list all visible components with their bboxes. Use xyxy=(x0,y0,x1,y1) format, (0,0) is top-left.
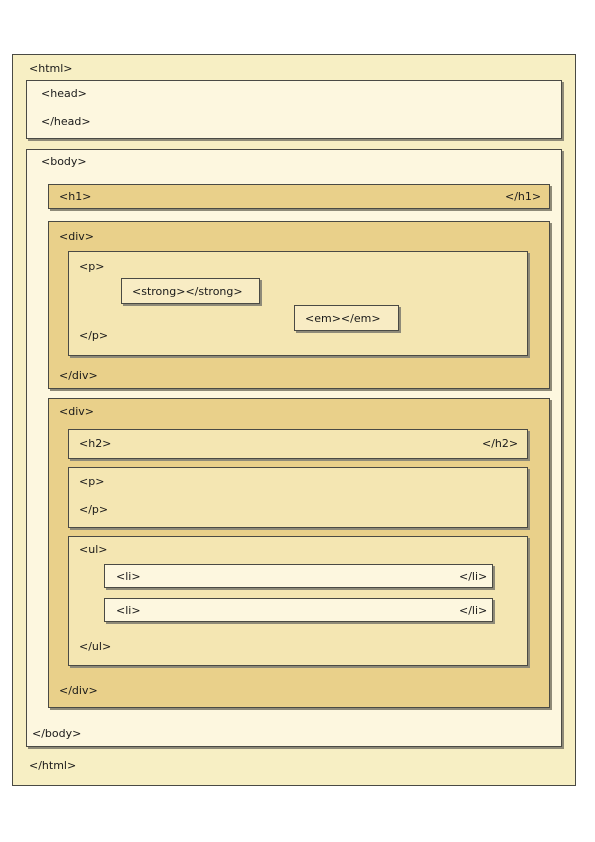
p1-open-tag: <p> xyxy=(79,260,105,273)
li-close-tag: </li> xyxy=(459,570,488,583)
li-open-tag: <li> xyxy=(116,604,141,617)
head-open-tag: <head> xyxy=(41,87,87,100)
html-close-tag: </html> xyxy=(29,759,77,772)
p-element-box-2 xyxy=(68,467,528,528)
ul-close-tag: </ul> xyxy=(79,640,112,653)
h2-open-tag: <h2> xyxy=(79,437,112,450)
h2-element-box xyxy=(68,429,528,459)
strong-tag: <strong></strong> xyxy=(132,285,243,298)
html-open-tag: <html> xyxy=(29,62,73,75)
li-element-box xyxy=(104,564,493,588)
body-close-tag: </body> xyxy=(32,727,82,740)
h1-element-box xyxy=(48,184,550,209)
body-open-tag: <body> xyxy=(41,155,87,168)
li-open-tag: <li> xyxy=(116,570,141,583)
div1-open-tag: <div> xyxy=(59,230,94,243)
li-close-tag: </li> xyxy=(459,604,488,617)
div1-close-tag: </div> xyxy=(59,369,98,382)
h1-open-tag: <h1> xyxy=(59,190,92,203)
head-close-tag: </head> xyxy=(41,115,91,128)
p2-open-tag: <p> xyxy=(79,475,105,488)
p2-close-tag: </p> xyxy=(79,503,109,516)
head-element-box xyxy=(26,80,562,139)
li-element-box xyxy=(104,598,493,622)
ul-open-tag: <ul> xyxy=(79,543,108,556)
em-tag: <em></em> xyxy=(305,312,381,325)
h2-close-tag: </h2> xyxy=(482,437,519,450)
div2-close-tag: </div> xyxy=(59,684,98,697)
h1-close-tag: </h1> xyxy=(505,190,542,203)
p1-close-tag: </p> xyxy=(79,329,109,342)
div2-open-tag: <div> xyxy=(59,405,94,418)
